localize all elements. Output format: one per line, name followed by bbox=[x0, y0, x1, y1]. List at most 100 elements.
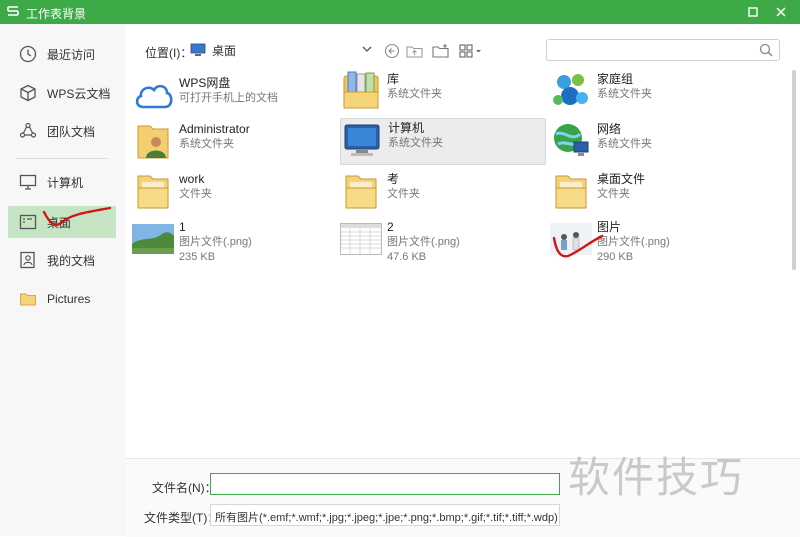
photo-thumbnail-icon bbox=[550, 218, 592, 260]
sidebar-item-team-docs[interactable]: 团队文档 bbox=[8, 115, 116, 147]
file-name: 网络 bbox=[597, 122, 622, 136]
documents-icon bbox=[18, 250, 38, 270]
library-icon bbox=[340, 70, 382, 112]
file-type: 文件夹 bbox=[387, 188, 420, 200]
file-type: 系统文件夹 bbox=[597, 88, 652, 100]
file-item-homegroup[interactable]: 家庭组 系统文件夹 bbox=[550, 70, 754, 116]
image-thumbnail-icon bbox=[132, 218, 174, 260]
back-arrow-icon bbox=[384, 43, 400, 59]
new-folder-icon bbox=[432, 44, 449, 58]
sidebar-item-computer[interactable]: 计算机 bbox=[8, 166, 116, 198]
grid-view-icon bbox=[459, 44, 481, 58]
sidebar-item-pictures[interactable]: Pictures bbox=[8, 283, 116, 315]
file-item-computer[interactable]: 计算机 系统文件夹 bbox=[340, 118, 546, 165]
team-icon bbox=[18, 121, 38, 141]
chevron-down-icon bbox=[362, 46, 372, 52]
scrollbar-thumb[interactable] bbox=[792, 70, 796, 270]
sidebar-item-wps-cloud[interactable]: WPS云文档 bbox=[8, 77, 116, 109]
folder-icon bbox=[132, 170, 174, 212]
file-name: 计算机 bbox=[388, 121, 425, 135]
file-type: 图片文件(.png) bbox=[387, 236, 460, 248]
file-name: work bbox=[179, 172, 205, 186]
cloud-icon bbox=[132, 74, 174, 116]
close-icon bbox=[776, 7, 786, 17]
location-value: 桌面 bbox=[212, 43, 237, 58]
title-bar: 工作表背景 bbox=[0, 0, 800, 24]
file-item-image-2[interactable]: 2 图片文件(.png) 47.6 KB bbox=[340, 218, 544, 266]
maximize-button[interactable] bbox=[744, 3, 762, 21]
file-name: 考 bbox=[387, 172, 400, 186]
filetype-select[interactable]: 所有图片(*.emf;*.wmf;*.jpg;*.jpeg;*.jpe;*.pn… bbox=[210, 504, 560, 526]
file-type: 文件夹 bbox=[179, 188, 212, 200]
file-item-kao[interactable]: 考 文件夹 bbox=[340, 170, 544, 216]
file-item-library[interactable]: 库 系统文件夹 bbox=[340, 70, 544, 116]
spreadsheet-thumbnail-icon bbox=[340, 218, 382, 260]
sidebar-item-label: 计算机 bbox=[47, 175, 84, 190]
file-size: 290 KB bbox=[597, 251, 634, 263]
filename-input[interactable] bbox=[211, 474, 559, 494]
file-item-network[interactable]: 网络 系统文件夹 bbox=[550, 120, 754, 166]
location-dropdown[interactable]: 桌面 bbox=[190, 40, 376, 60]
monitor-icon bbox=[18, 172, 38, 192]
folder-icon bbox=[550, 170, 592, 212]
file-size: 47.6 KB bbox=[387, 251, 427, 263]
sidebar-divider bbox=[16, 158, 108, 159]
file-type: 系统文件夹 bbox=[387, 88, 442, 100]
folder-icon bbox=[18, 289, 38, 309]
maximize-icon bbox=[748, 7, 758, 17]
computer-icon bbox=[341, 119, 383, 161]
file-type: 可打开手机上的文档 bbox=[179, 92, 278, 104]
search-icon[interactable] bbox=[759, 43, 773, 57]
sidebar: 最近访问 WPS云文档 团队文档 计算机 桌面 我的文档 Pictures bbox=[0, 24, 126, 536]
file-name: 2 bbox=[387, 220, 394, 234]
back-button[interactable] bbox=[383, 42, 401, 60]
scrollbar[interactable] bbox=[792, 70, 798, 450]
file-item-desktop-files[interactable]: 桌面文件 文件夹 bbox=[550, 170, 754, 216]
folder-up-icon bbox=[406, 46, 423, 58]
filetype-value: 所有图片(*.emf;*.wmf;*.jpg;*.jpeg;*.jpe;*.pn… bbox=[215, 512, 558, 524]
file-item-image-1[interactable]: 1 图片文件(.png) 235 KB bbox=[132, 218, 336, 266]
search-box[interactable] bbox=[546, 39, 780, 61]
filename-field[interactable] bbox=[210, 473, 560, 495]
sidebar-item-recent[interactable]: 最近访问 bbox=[8, 38, 116, 70]
search-input[interactable] bbox=[551, 41, 755, 61]
file-name: 库 bbox=[387, 72, 400, 86]
window-title: 工作表背景 bbox=[26, 7, 87, 21]
file-item-wps-netdisk[interactable]: WPS网盘 可打开手机上的文档 bbox=[132, 74, 336, 120]
network-icon bbox=[550, 120, 592, 162]
file-size: 235 KB bbox=[179, 251, 216, 263]
filetype-label: 文件类型(T)： bbox=[144, 511, 220, 525]
file-type: 系统文件夹 bbox=[388, 137, 443, 149]
sidebar-item-label: WPS云文档 bbox=[47, 86, 111, 101]
file-type: 图片文件(.png) bbox=[597, 236, 670, 248]
file-type: 系统文件夹 bbox=[179, 138, 234, 150]
sidebar-item-desktop[interactable]: 桌面 bbox=[8, 206, 116, 238]
wps-logo-icon bbox=[7, 6, 19, 16]
file-item-administrator[interactable]: Administrator 系统文件夹 bbox=[132, 120, 336, 166]
folder-icon bbox=[340, 170, 382, 212]
new-folder-button[interactable] bbox=[432, 42, 450, 60]
sidebar-item-label: 我的文档 bbox=[47, 253, 96, 268]
file-name: 图片 bbox=[597, 220, 622, 234]
filename-label: 文件名(N)： bbox=[152, 481, 217, 495]
file-type: 文件夹 bbox=[597, 188, 630, 200]
location-label: 位置(I)： bbox=[145, 46, 193, 60]
file-type: 系统文件夹 bbox=[597, 138, 652, 150]
sidebar-item-my-documents[interactable]: 我的文档 bbox=[8, 244, 116, 276]
view-mode-button[interactable] bbox=[458, 42, 484, 60]
homegroup-icon bbox=[550, 70, 592, 112]
sidebar-item-label: 桌面 bbox=[47, 215, 72, 230]
cube-icon bbox=[18, 83, 38, 103]
desktop-icon bbox=[18, 212, 38, 232]
file-name: 1 bbox=[179, 220, 186, 234]
file-name: Administrator bbox=[179, 122, 250, 136]
file-name: 家庭组 bbox=[597, 72, 634, 86]
file-grid: WPS网盘 可打开手机上的文档 库 系统文件夹 家庭组 系统文件夹 Admini… bbox=[132, 70, 792, 460]
file-type: 图片文件(.png) bbox=[179, 236, 252, 248]
file-item-work[interactable]: work 文件夹 bbox=[132, 170, 336, 216]
up-folder-button[interactable] bbox=[406, 42, 424, 60]
file-item-picture[interactable]: 图片 图片文件(.png) 290 KB bbox=[550, 218, 754, 266]
close-button[interactable] bbox=[772, 3, 790, 21]
clock-icon bbox=[18, 44, 38, 64]
sidebar-item-label: 最近访问 bbox=[47, 47, 96, 62]
